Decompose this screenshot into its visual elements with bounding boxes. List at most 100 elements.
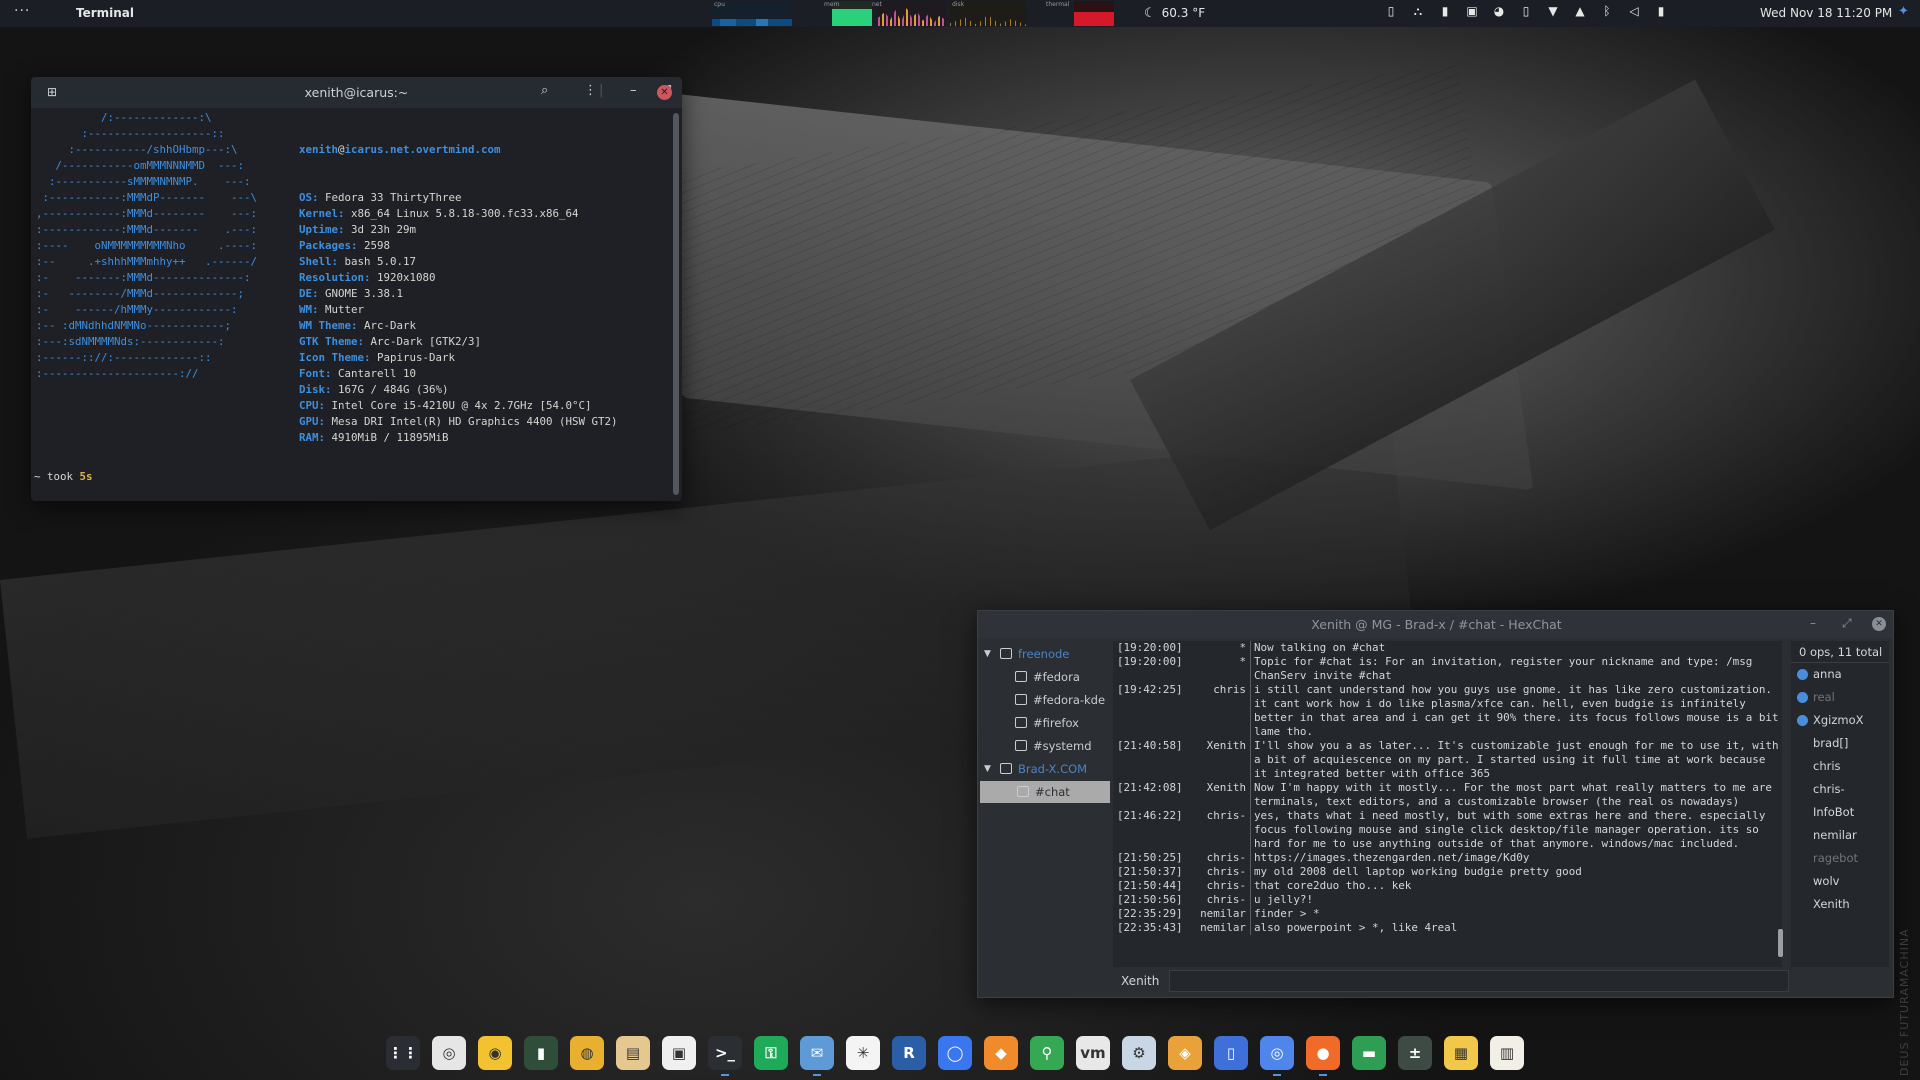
disk-monitor[interactable]: disk bbox=[950, 1, 1026, 26]
user-list-item[interactable]: brad[] bbox=[1791, 732, 1889, 755]
weather-indicator[interactable]: ☾ 60.3 °F bbox=[1144, 6, 1205, 21]
user-list-item[interactable]: nemilar bbox=[1791, 824, 1889, 847]
chromium-icon[interactable]: ◎ bbox=[1260, 1036, 1294, 1076]
software-store-icon[interactable]: ▣ bbox=[662, 1036, 696, 1070]
server-item[interactable]: freenode bbox=[1000, 643, 1069, 665]
info-key: Icon Theme bbox=[299, 351, 365, 364]
terminal-output[interactable]: /:-------------:\ :-------------------::… bbox=[31, 108, 682, 483]
prompt-line[interactable]: ~ took 5s ❯ bbox=[34, 437, 93, 501]
message-nick[interactable]: chris- bbox=[1185, 865, 1251, 879]
vpn-client-icon[interactable]: ◆ bbox=[984, 1036, 1018, 1070]
calendar-icon[interactable]: ▣ bbox=[1465, 4, 1479, 19]
layers-app-icon[interactable]: ◈ bbox=[1168, 1036, 1202, 1070]
close-icon[interactable]: ✕ bbox=[1872, 617, 1886, 631]
battery-icon[interactable]: ▮ bbox=[1654, 4, 1668, 19]
user-list-item[interactable]: anna bbox=[1791, 663, 1889, 686]
notification-bell-icon[interactable]: ✦ bbox=[1898, 4, 1909, 19]
kebab-menu-icon[interactable]: ⋮ bbox=[584, 83, 597, 98]
logo-line: :------------:MMMd------- .---: bbox=[36, 223, 258, 236]
message-nick[interactable]: nemilar bbox=[1185, 921, 1251, 935]
sticky-notes-icon[interactable]: ▦ bbox=[1444, 1036, 1478, 1070]
terminal-window[interactable]: ⊞ xenith@icarus:~ ⌕ ⋮ | – ⤢ ⤢ ✕ /:------… bbox=[31, 77, 682, 501]
message-nick[interactable]: nemilar bbox=[1185, 907, 1251, 921]
notes-icon[interactable]: ▯ bbox=[1214, 1036, 1248, 1070]
restore-icon[interactable]: ⤢ bbox=[1842, 616, 1852, 631]
file-manager-icon[interactable]: ▤ bbox=[616, 1036, 650, 1070]
minimize-icon[interactable]: – bbox=[630, 83, 637, 98]
user-list-item[interactable]: chris bbox=[1791, 755, 1889, 778]
message-nick[interactable]: Xenith bbox=[1185, 781, 1251, 809]
terminal-icon[interactable]: >_ bbox=[708, 1036, 742, 1076]
close-icon[interactable]: ✕ bbox=[657, 85, 672, 100]
chat-scrollbar[interactable] bbox=[1778, 929, 1783, 957]
user-list-item[interactable]: Xenith bbox=[1791, 893, 1889, 916]
message-nick[interactable]: Xenith bbox=[1185, 739, 1251, 781]
message-nick[interactable]: chris bbox=[1185, 683, 1251, 739]
chrome-tray-icon[interactable]: ◕ bbox=[1492, 4, 1506, 19]
server-item[interactable]: Brad-X.COM bbox=[1000, 758, 1087, 780]
hexchat-header-bar[interactable]: Xenith @ MG - Brad-x / #chat - HexChat –… bbox=[978, 611, 1893, 638]
calculator-icon[interactable]: ± bbox=[1398, 1036, 1432, 1070]
memory-monitor[interactable]: mem bbox=[824, 1, 872, 26]
user-list-item[interactable]: XgizmoX bbox=[1791, 709, 1889, 732]
device-icon[interactable]: ▯ bbox=[1519, 4, 1533, 19]
screenshot-icon[interactable]: ◎ bbox=[432, 1036, 466, 1070]
info-key: DE bbox=[299, 287, 313, 300]
channel-item[interactable]: #chat bbox=[980, 781, 1110, 803]
app-menu[interactable]: Terminal bbox=[76, 6, 134, 20]
disk-utility-icon[interactable]: ◍ bbox=[570, 1036, 604, 1070]
user-list-item[interactable]: ragebot bbox=[1791, 847, 1889, 870]
user-list-item[interactable]: real bbox=[1791, 686, 1889, 709]
minimize-icon[interactable]: – bbox=[1810, 616, 1816, 630]
text-editor-icon[interactable]: ▥ bbox=[1490, 1036, 1524, 1070]
wifi-icon[interactable]: ▼ bbox=[1546, 4, 1560, 19]
notification-icon[interactable]: ▲ bbox=[1573, 4, 1587, 19]
expand-arrow-icon[interactable]: ▼ bbox=[984, 764, 991, 774]
signal-icon[interactable]: ◯ bbox=[938, 1036, 972, 1070]
r-studio-icon[interactable]: R bbox=[892, 1036, 926, 1070]
message-nick[interactable]: * bbox=[1185, 641, 1251, 655]
message-nick[interactable]: chris- bbox=[1185, 809, 1251, 851]
chat-log[interactable]: [19:20:00] * Now talking on #chat [19:20:00… bbox=[1113, 641, 1782, 967]
slack-icon[interactable]: ✳ bbox=[846, 1036, 880, 1070]
volume-icon[interactable]: ◁ bbox=[1627, 4, 1641, 19]
network-monitor[interactable]: net bbox=[872, 1, 946, 26]
user-list-item[interactable]: chris- bbox=[1791, 778, 1889, 801]
channel-item[interactable]: #fedora bbox=[1015, 666, 1080, 688]
bluetooth-icon[interactable]: ᛒ bbox=[1600, 4, 1614, 19]
message-nick[interactable]: chris- bbox=[1185, 851, 1251, 865]
message-nick[interactable]: chris- bbox=[1185, 893, 1251, 907]
settings-icon[interactable]: ⚙ bbox=[1122, 1036, 1156, 1070]
message-input[interactable] bbox=[1169, 970, 1789, 992]
files-icon[interactable]: ▬ bbox=[1352, 1036, 1386, 1070]
thermal-monitor[interactable]: thermal bbox=[1046, 1, 1114, 26]
clock[interactable]: Wed Nov 18 11:20 PM bbox=[1760, 6, 1892, 20]
keepass-icon[interactable]: ⚿ bbox=[754, 1036, 788, 1070]
vpn-icon[interactable]: ⛬ bbox=[1411, 4, 1425, 19]
hexchat-icon[interactable]: ✉ bbox=[800, 1036, 834, 1076]
expand-arrow-icon[interactable]: ▼ bbox=[984, 649, 991, 659]
message-nick[interactable]: * bbox=[1185, 655, 1251, 683]
rhythmbox-icon[interactable]: ◉ bbox=[478, 1036, 512, 1070]
nick-button[interactable]: Xenith bbox=[1113, 969, 1163, 993]
maps-icon[interactable]: ⚲ bbox=[1030, 1036, 1064, 1070]
message-nick[interactable]: chris- bbox=[1185, 879, 1251, 893]
info-value: Mutter bbox=[325, 303, 365, 316]
system-monitor-icon[interactable]: ▮ bbox=[524, 1036, 558, 1070]
channel-item[interactable]: #fedora-kde bbox=[1015, 689, 1105, 711]
vmware-icon[interactable]: vm bbox=[1076, 1036, 1110, 1070]
clipboard-icon[interactable]: ▮ bbox=[1438, 4, 1452, 19]
search-icon[interactable]: ⌕ bbox=[541, 83, 548, 98]
user-list-item[interactable]: InfoBot bbox=[1791, 801, 1889, 824]
phone-icon[interactable]: ▯ bbox=[1384, 4, 1398, 19]
terminal-header-bar[interactable]: ⊞ xenith@icarus:~ ⌕ ⋮ | – ⤢ ⤢ bbox=[31, 77, 682, 108]
channel-item[interactable]: #systemd bbox=[1015, 735, 1092, 757]
terminal-scrollbar[interactable] bbox=[673, 113, 679, 495]
activities-button[interactable]: ··· bbox=[14, 3, 30, 19]
firefox-icon[interactable]: ● bbox=[1306, 1036, 1340, 1076]
app-grid-icon[interactable]: ⋮⋮ bbox=[386, 1036, 420, 1070]
channel-item[interactable]: #firefox bbox=[1015, 712, 1079, 734]
cpu-monitor[interactable]: cpu bbox=[712, 1, 792, 26]
user-list-item[interactable]: wolv bbox=[1791, 870, 1889, 893]
hexchat-window[interactable]: Xenith @ MG - Brad-x / #chat - HexChat –… bbox=[977, 610, 1894, 998]
